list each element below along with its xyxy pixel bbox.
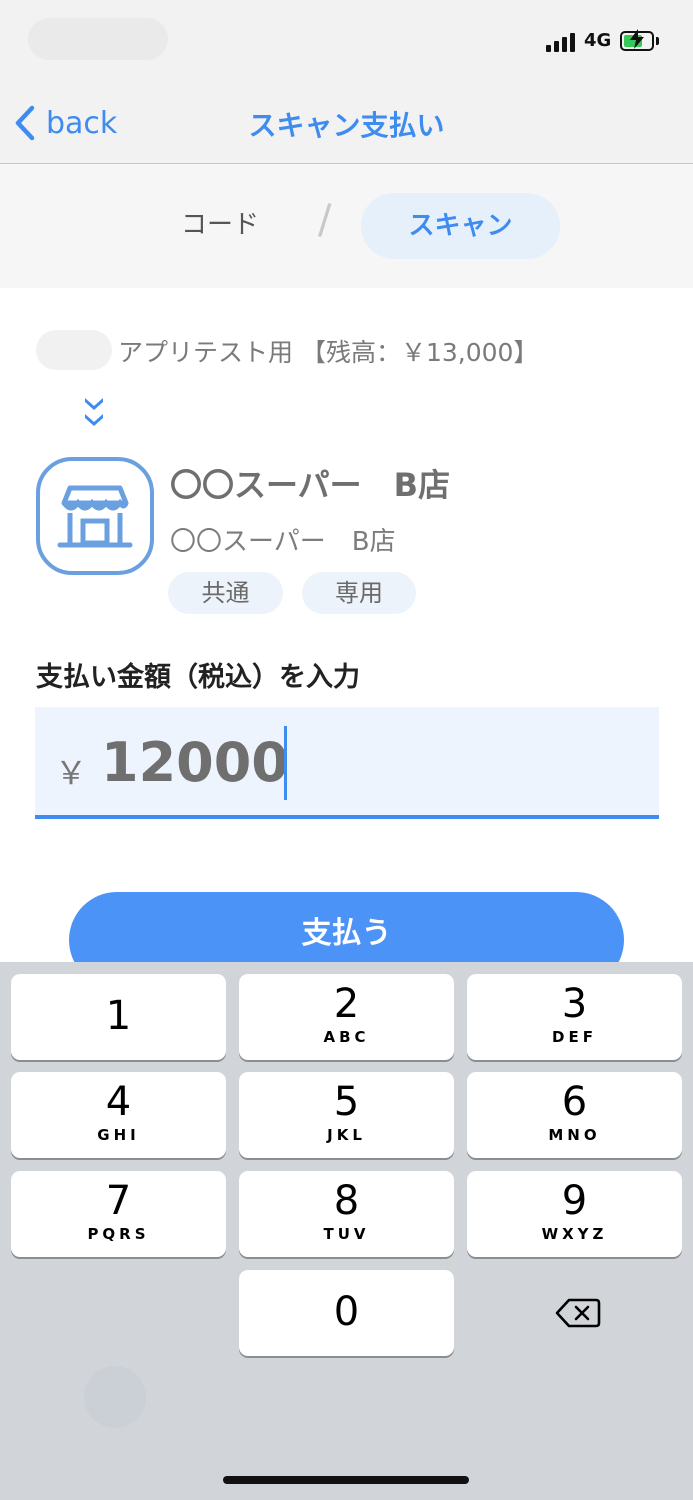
tab-divider: / (318, 197, 332, 243)
key-8[interactable]: 8 TUV (239, 1171, 454, 1257)
currency-symbol: ￥ (55, 754, 88, 792)
key-6[interactable]: 6 MNO (467, 1072, 682, 1158)
tab-code[interactable]: コード (150, 203, 290, 247)
tag-exclusive: 専用 (302, 572, 416, 614)
key-digit: 9 (561, 1178, 588, 1224)
key-digit: 2 (333, 981, 360, 1027)
key-letters: PQRS (87, 1225, 150, 1243)
store-icon (36, 457, 154, 575)
double-chevron-down-icon (84, 396, 104, 430)
back-button[interactable]: back (14, 100, 117, 146)
tab-scan[interactable]: スキャン (361, 193, 560, 259)
amount-value: 12000 (101, 731, 289, 794)
account-name-blurred (36, 330, 112, 370)
key-letters: TUV (323, 1225, 370, 1243)
text-caret (284, 726, 287, 800)
blurred-overlay (84, 1366, 146, 1428)
key-digit: 1 (105, 993, 132, 1039)
key-9[interactable]: 9 WXYZ (467, 1171, 682, 1257)
key-digit: 8 (333, 1178, 360, 1224)
key-digit: 7 (105, 1178, 132, 1224)
key-2[interactable]: 2 ABC (239, 974, 454, 1060)
account-balance-label: アプリテスト用 【残高：￥13,000】 (118, 338, 539, 367)
key-digit: 3 (561, 981, 588, 1027)
key-letters: JKL (327, 1126, 366, 1144)
key-letters: GHI (97, 1126, 140, 1144)
key-5[interactable]: 5 JKL (239, 1072, 454, 1158)
store-name: 〇〇スーパー B店 (170, 466, 451, 504)
signal-icon (546, 32, 578, 52)
key-letters: MNO (548, 1126, 601, 1144)
chevron-left-icon (15, 105, 35, 141)
key-7[interactable]: 7 PQRS (11, 1171, 226, 1257)
key-digit: 6 (561, 1079, 588, 1125)
key-1[interactable]: 1 (11, 974, 226, 1060)
backspace-icon[interactable] (555, 1297, 601, 1329)
key-0[interactable]: 0 (239, 1270, 454, 1356)
key-4[interactable]: 4 GHI (11, 1072, 226, 1158)
tag-common: 共通 (168, 572, 283, 614)
network-label: 4G (584, 30, 612, 51)
key-letters: DEF (552, 1028, 597, 1046)
back-label: back (46, 105, 118, 141)
key-letters: WXYZ (541, 1225, 608, 1243)
key-3[interactable]: 3 DEF (467, 974, 682, 1060)
numeric-keypad: 1 2 ABC 3 DEF 4 GHI 5 JKL 6 MNO 7 PQRS 8… (0, 962, 693, 1500)
home-indicator (223, 1476, 469, 1484)
key-digit: 0 (333, 1289, 360, 1335)
key-letters: ABC (323, 1028, 370, 1046)
key-digit: 4 (105, 1079, 132, 1125)
key-digit: 5 (333, 1079, 360, 1125)
charging-bolt-icon (625, 28, 649, 53)
amount-label: 支払い金額（税込）を入力 (36, 662, 360, 693)
tab-bar (0, 164, 693, 288)
status-time-blurred (28, 18, 168, 60)
store-subname: 〇〇スーパー B店 (170, 527, 396, 557)
battery-tip (656, 37, 659, 45)
